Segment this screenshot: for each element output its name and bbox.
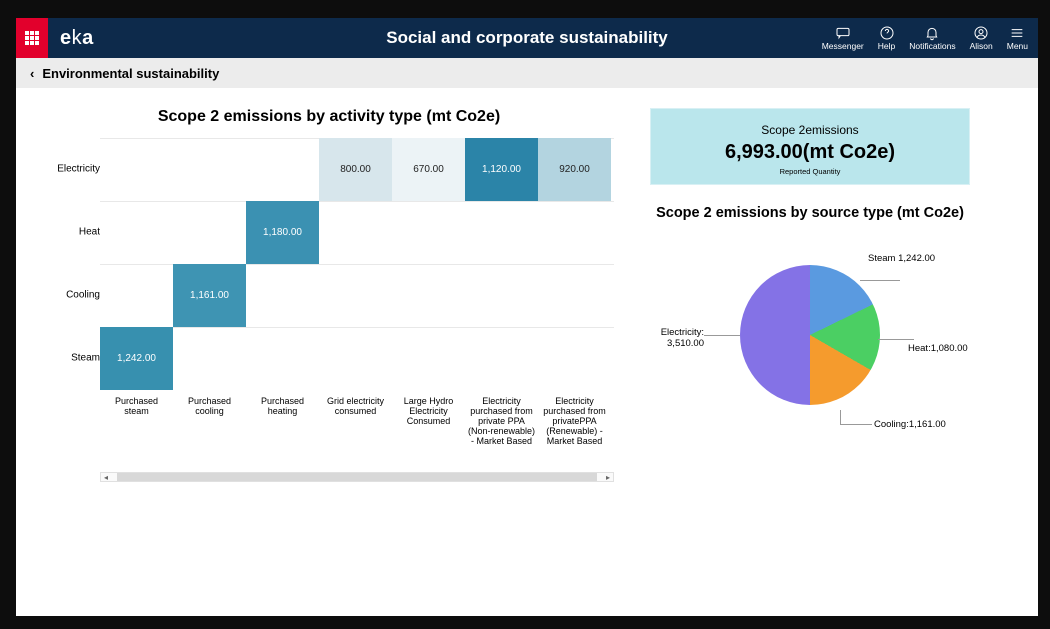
breadcrumb: ‹ Environmental sustainability: [16, 58, 1038, 88]
scroll-left-icon[interactable]: ◂: [101, 473, 111, 482]
x-label: Electricity purchased from private PPA (…: [465, 396, 538, 446]
pie-chart: Steam 1,242.00 Heat:1,080.00 Cooling:1,1…: [650, 235, 970, 596]
x-label: Electricity purchased from privatePPA (R…: [538, 396, 611, 446]
heatmap-cell[interactable]: 920.00: [538, 138, 611, 201]
notifications-button[interactable]: Notifications: [909, 25, 955, 51]
back-chevron-icon[interactable]: ‹: [30, 66, 34, 81]
bell-icon: [924, 25, 940, 41]
pie-label-steam: Steam 1,242.00: [868, 253, 935, 264]
kpi-subtitle: Reported Quantity: [659, 167, 961, 176]
kpi-card: Scope 2emissions 6,993.00(mt Co2e) Repor…: [650, 108, 970, 185]
kpi-value: 6,993.00(mt Co2e): [659, 141, 961, 164]
chat-icon: [835, 25, 851, 41]
leader-line: [878, 339, 914, 340]
heatmap-title: Scope 2 emissions by activity type (mt C…: [44, 108, 614, 126]
heatmap-cell[interactable]: 1,242.00: [100, 327, 173, 390]
heatmap-cell[interactable]: 670.00: [392, 138, 465, 201]
menu-label: Menu: [1007, 41, 1028, 51]
breadcrumb-text[interactable]: Environmental sustainability: [42, 66, 219, 81]
top-bar: eka Social and corporate sustainability …: [16, 18, 1038, 58]
messenger-label: Messenger: [822, 41, 864, 51]
messenger-button[interactable]: Messenger: [822, 25, 864, 51]
logo: eka: [60, 27, 94, 50]
heatmap-cell[interactable]: 800.00: [319, 138, 392, 201]
heatmap-cell[interactable]: 1,120.00: [465, 138, 538, 201]
y-label: Steam: [71, 353, 100, 364]
hamburger-icon: [1009, 25, 1025, 41]
x-label: Purchased cooling: [173, 396, 246, 446]
heatmap-cell[interactable]: 1,161.00: [173, 264, 246, 327]
help-icon: [879, 25, 895, 41]
top-right-actions: Messenger Help Notifications Alison Menu: [822, 25, 1038, 51]
leader-line: [840, 424, 872, 425]
right-panel: Scope 2emissions 6,993.00(mt Co2e) Repor…: [650, 108, 970, 596]
app-window: eka Social and corporate sustainability …: [16, 18, 1038, 616]
y-label: Heat: [79, 227, 100, 238]
x-label: Large Hydro Electricity Consumed: [392, 396, 465, 446]
heatmap-x-axis: Purchased steam Purchased cooling Purcha…: [100, 396, 614, 446]
user-icon: [973, 25, 989, 41]
pie-label-electricity: Electricity: 3,510.00: [652, 327, 704, 349]
scroll-thumb[interactable]: [117, 473, 597, 481]
menu-button[interactable]: Menu: [1007, 25, 1028, 51]
y-label: Electricity: [57, 164, 100, 175]
heatmap-chart: Electricity Heat Cooling Steam 800.00 67…: [44, 138, 614, 488]
heatmap-panel: Scope 2 emissions by activity type (mt C…: [44, 108, 614, 596]
horizontal-scrollbar[interactable]: ◂ ▸: [100, 472, 614, 482]
user-menu-button[interactable]: Alison: [970, 25, 993, 51]
heatmap-grid: 800.00 670.00 1,120.00 920.00 1,180.00 1…: [100, 138, 614, 390]
pie-title: Scope 2 emissions by source type (mt Co2…: [650, 205, 970, 221]
leader-line: [860, 280, 900, 281]
app-launcher-button[interactable]: [16, 18, 48, 58]
notifications-label: Notifications: [909, 41, 955, 51]
x-label: Grid electricity consumed: [319, 396, 392, 446]
apps-grid-icon: [25, 31, 39, 45]
leader-line: [704, 335, 740, 336]
help-label: Help: [878, 41, 895, 51]
page-title: Social and corporate sustainability: [386, 28, 668, 48]
user-label: Alison: [970, 41, 993, 51]
y-label: Cooling: [66, 290, 100, 301]
x-label: Purchased heating: [246, 396, 319, 446]
kpi-title: Scope 2emissions: [659, 123, 961, 137]
leader-line: [840, 410, 841, 424]
pie-label-cooling: Cooling:1,161.00: [874, 419, 946, 430]
pie-label-heat: Heat:1,080.00: [908, 343, 968, 354]
main-content: Scope 2 emissions by activity type (mt C…: [16, 88, 1038, 616]
x-label: Purchased steam: [100, 396, 173, 446]
heatmap-cell[interactable]: 1,180.00: [246, 201, 319, 264]
help-button[interactable]: Help: [878, 25, 895, 51]
scroll-right-icon[interactable]: ▸: [603, 473, 613, 482]
pie-graphic[interactable]: [740, 265, 880, 405]
